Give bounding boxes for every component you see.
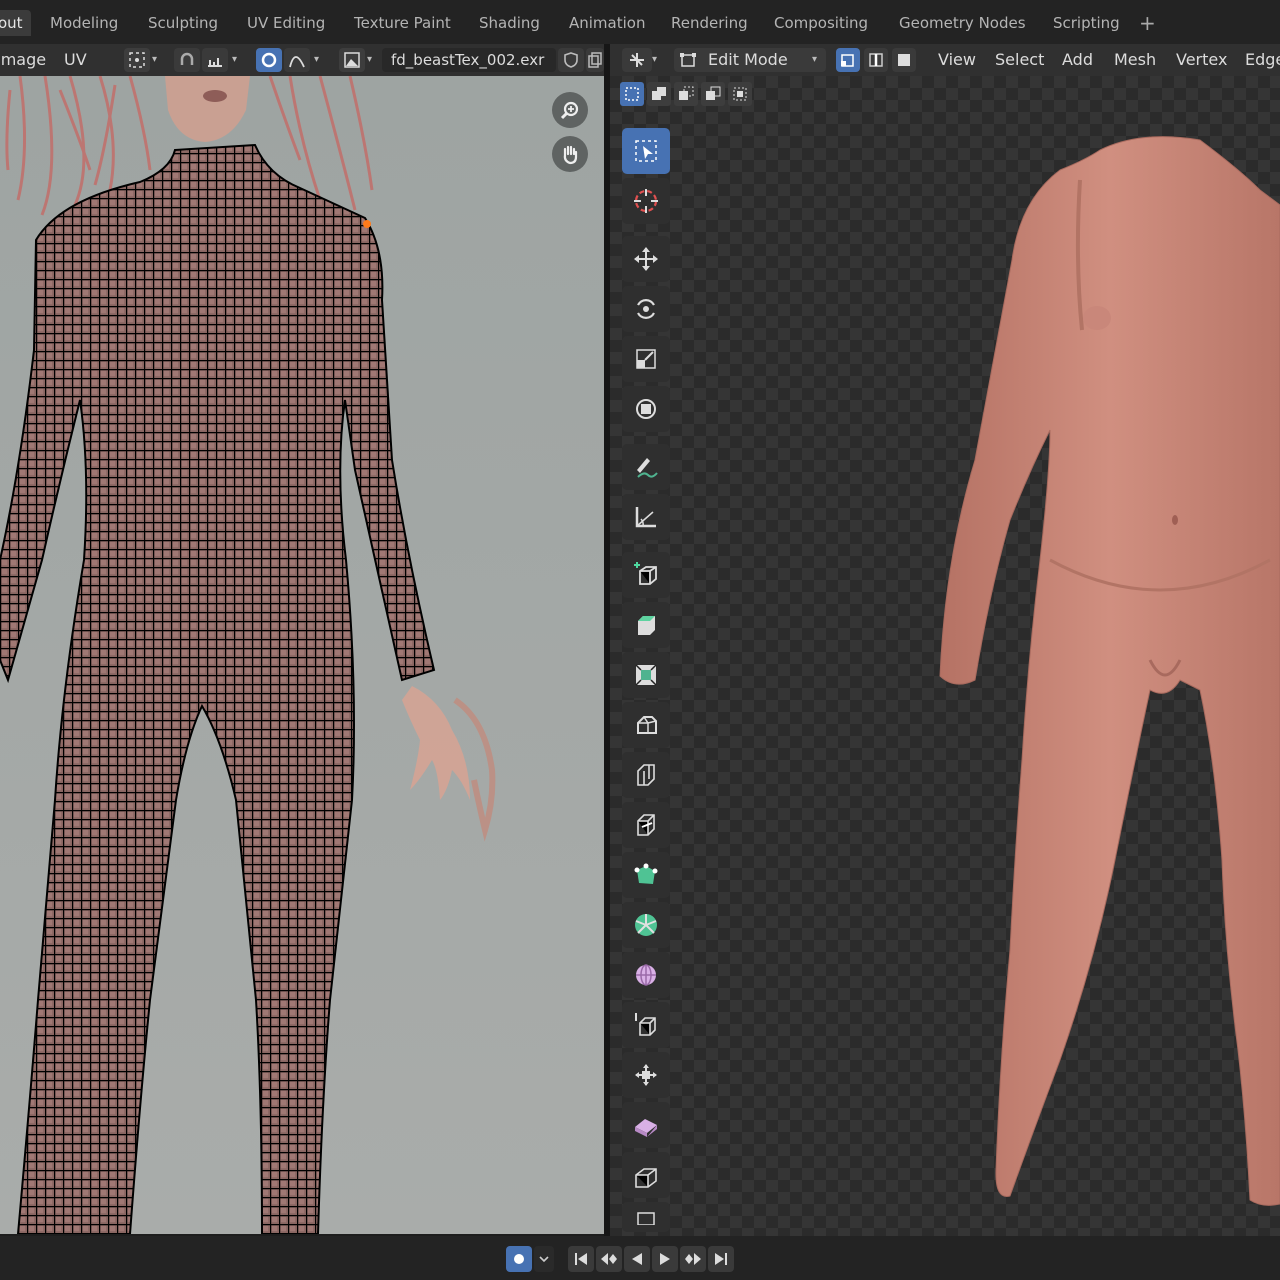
spin-icon[interactable] — [622, 902, 670, 948]
poly-build-icon[interactable] — [622, 852, 670, 898]
edge-select-icon[interactable] — [864, 48, 888, 72]
fake-user-shield-icon[interactable] — [558, 48, 584, 72]
knife-icon[interactable] — [622, 802, 670, 848]
transform-icon[interactable] — [622, 386, 670, 432]
menu-uv[interactable]: UV — [64, 50, 87, 70]
play-reverse-icon[interactable] — [624, 1246, 650, 1272]
uv-editor-header: Image UV ▾ ▾ ▾ ▾ fd_beastTex_002.exr — [0, 44, 604, 76]
menu-image[interactable]: Image — [0, 50, 46, 70]
menu-add[interactable]: Add — [1062, 50, 1093, 70]
mode-label: Edit Mode — [708, 50, 788, 69]
face-select-icon[interactable] — [892, 48, 916, 72]
scale-icon[interactable] — [622, 336, 670, 382]
tab-uv-editing[interactable]: UV Editing — [239, 10, 333, 36]
snap-icon[interactable] — [174, 48, 200, 72]
auto-keying-record-icon[interactable] — [506, 1246, 532, 1272]
tab-sculpting[interactable]: Sculpting — [140, 10, 226, 36]
chevron-down-icon[interactable]: ▾ — [367, 54, 372, 65]
move-icon[interactable] — [622, 236, 670, 282]
bevel-icon[interactable] — [622, 702, 670, 748]
extrude-region-icon[interactable] — [622, 602, 670, 648]
chevron-down-icon[interactable]: ▾ — [152, 54, 157, 65]
jump-to-end-icon[interactable] — [708, 1246, 734, 1272]
menu-edge[interactable]: Edge — [1245, 50, 1280, 70]
edge-slide-icon[interactable] — [622, 1002, 670, 1048]
pan-hand-icon[interactable] — [552, 136, 588, 172]
shrink-fatten-icon[interactable] — [622, 1052, 670, 1098]
jump-to-keyframe-next-icon[interactable] — [680, 1246, 706, 1272]
body-mesh-figure — [939, 136, 1280, 1206]
tab-animation[interactable]: Animation — [561, 10, 653, 36]
menu-mesh[interactable]: Mesh — [1114, 50, 1156, 70]
tab-compositing[interactable]: Compositing — [766, 10, 876, 36]
add-workspace-button[interactable]: + — [1139, 10, 1156, 36]
timeline-bar — [0, 1236, 1280, 1280]
image-name-field[interactable]: fd_beastTex_002.exr — [382, 48, 556, 72]
chevron-down-icon[interactable]: ▾ — [232, 54, 237, 65]
uv-wireframe-figure — [0, 76, 604, 1234]
chevron-down-icon[interactable]: ▾ — [314, 54, 319, 65]
tab-layout[interactable]: out — [0, 10, 31, 36]
tab-modeling[interactable]: Modeling — [42, 10, 126, 36]
rip-region-icon[interactable] — [622, 1152, 670, 1198]
image-icon[interactable] — [339, 48, 365, 72]
falloff-curve-icon[interactable] — [284, 48, 310, 72]
menu-select[interactable]: Select — [995, 50, 1044, 70]
menu-vertex[interactable]: Vertex — [1176, 50, 1227, 70]
chevron-down-icon[interactable]: ▾ — [652, 54, 657, 65]
smooth-icon[interactable] — [622, 952, 670, 998]
shear-icon[interactable] — [622, 1102, 670, 1148]
loop-cut-icon[interactable] — [622, 752, 670, 798]
annotate-icon[interactable] — [622, 444, 670, 490]
inset-faces-icon[interactable] — [622, 652, 670, 698]
chevron-down-icon[interactable] — [534, 1246, 554, 1272]
tab-scripting[interactable]: Scripting — [1045, 10, 1128, 36]
play-icon[interactable] — [652, 1246, 678, 1272]
measure-icon[interactable] — [622, 494, 670, 540]
zoom-icon[interactable] — [552, 92, 588, 128]
tab-rendering[interactable]: Rendering — [663, 10, 756, 36]
tab-texture-paint[interactable]: Texture Paint — [346, 10, 459, 36]
jump-to-start-icon[interactable] — [568, 1246, 594, 1272]
select-box-icon[interactable] — [622, 128, 670, 174]
uv-editor-canvas[interactable] — [0, 76, 604, 1234]
cursor-icon[interactable] — [622, 178, 670, 224]
vertex-select-icon[interactable] — [836, 48, 860, 72]
workspace-bar: out Modeling Sculpting UV Editing Textur… — [0, 0, 1280, 44]
duplicate-icon[interactable] — [586, 48, 604, 72]
menu-view[interactable]: View — [938, 50, 976, 70]
viewport-header: ▾ Edit Mode ▾ View Select Add Mesh Verte… — [610, 44, 1280, 76]
more-tools-icon[interactable] — [622, 1202, 670, 1232]
pivot-icon[interactable] — [124, 48, 150, 72]
proportional-editing-icon[interactable] — [256, 48, 282, 72]
chevron-down-icon: ▾ — [812, 54, 818, 65]
mode-dropdown[interactable]: Edit Mode ▾ — [674, 48, 826, 72]
rotate-icon[interactable] — [622, 286, 670, 332]
snap-increment-icon[interactable] — [202, 48, 228, 72]
3d-viewport[interactable] — [610, 76, 1280, 1236]
tab-shading[interactable]: Shading — [471, 10, 548, 36]
add-cube-icon[interactable] — [622, 552, 670, 598]
tab-geometry-nodes[interactable]: Geometry Nodes — [891, 10, 1034, 36]
editor-type-icon[interactable] — [622, 48, 652, 72]
image-name-label: fd_beastTex_002.exr — [391, 51, 545, 69]
edit-mode-icon — [680, 53, 696, 67]
jump-to-keyframe-prev-icon[interactable] — [596, 1246, 622, 1272]
